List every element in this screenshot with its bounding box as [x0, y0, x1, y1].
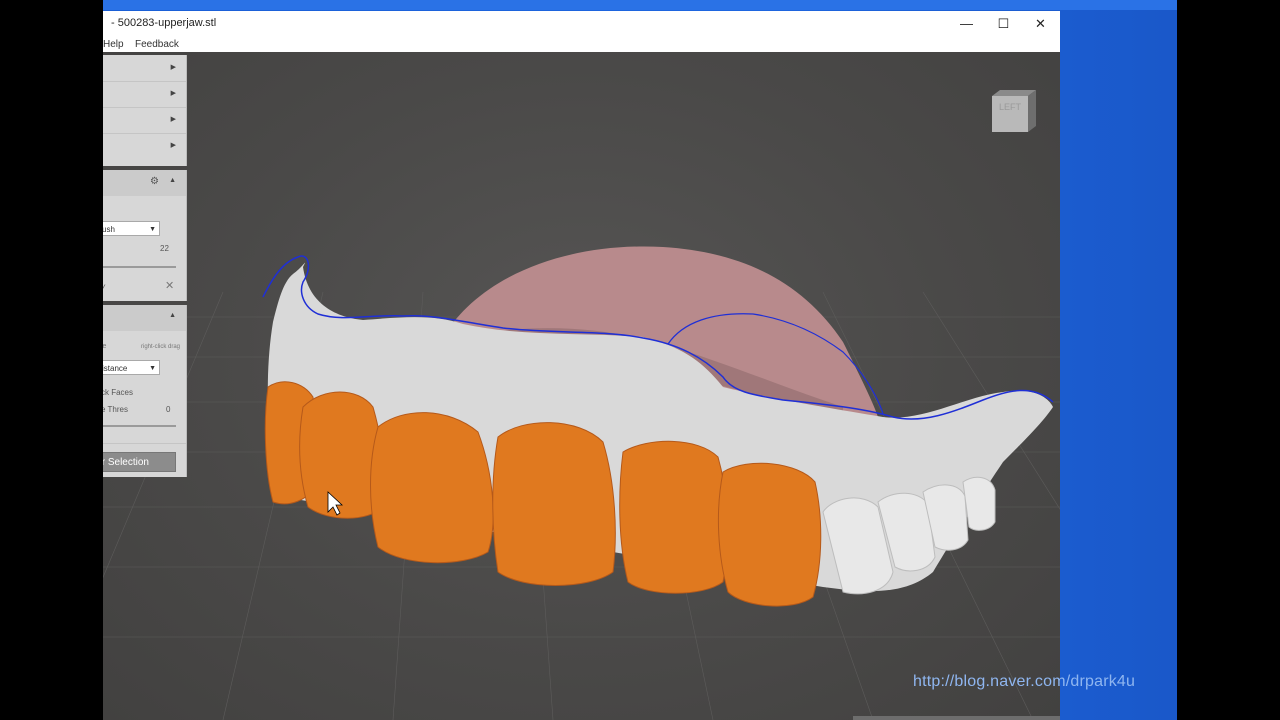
menu-bar: Help Feedback [103, 36, 1060, 52]
panel-row-3[interactable]: ▶ [103, 107, 186, 133]
panel-row-2[interactable]: ▶ [103, 81, 186, 107]
expand-arrow-icon: ▶ [170, 64, 176, 71]
watermark-url: http://blog.naver.com/drpark4u [913, 673, 1136, 690]
panel-row-1[interactable]: ▶ [103, 55, 186, 81]
threshold-slider[interactable] [103, 425, 176, 427]
close-button[interactable]: ✕ [1022, 11, 1059, 36]
brush-mode-dropdown[interactable]: ush ▼ [103, 221, 160, 236]
gear-icon[interactable]: ⚙ [150, 176, 159, 187]
maximize-button[interactable]: ☐ [985, 11, 1022, 36]
minimize-button[interactable]: — [948, 11, 985, 36]
maximize-icon: ☐ [997, 15, 1010, 31]
divider [103, 443, 186, 444]
expand-arrow-icon: ▶ [170, 90, 176, 97]
distance-dropdown[interactable]: istance ▼ [103, 360, 160, 375]
panel-select: ▲ le right-click drag istance ▼ ck Faces… [103, 305, 187, 477]
brush-mode-value: ush [103, 225, 115, 234]
brush-size-value: 22 [160, 244, 169, 253]
view-cube-label: LEFT [998, 102, 1021, 112]
menu-feedback[interactable]: Feedback [135, 39, 179, 50]
title-bar[interactable]: - 500283-upperjaw.stl — ☐ ✕ [103, 11, 1060, 36]
view-cube[interactable]: LEFT [990, 88, 1036, 134]
dropdown-arrow-icon: ▼ [149, 365, 156, 372]
panel-brush: ⚙ ▲ ush ▼ 22 y ✕ [103, 170, 187, 301]
select-panel-header[interactable]: ▲ [103, 305, 186, 331]
brush-panel-header[interactable]: ⚙ ▲ [103, 170, 186, 196]
faces-option-label[interactable]: ck Faces [103, 388, 133, 397]
menu-help[interactable]: Help [103, 39, 124, 50]
distance-dropdown-value: istance [103, 364, 128, 373]
brush-small-label: y [103, 282, 105, 291]
dropdown-arrow-icon: ▼ [149, 226, 156, 233]
collapse-arrow-icon[interactable]: ▲ [169, 177, 176, 184]
select-hint-right: right-click drag [141, 344, 181, 350]
select-hint-left: le [103, 343, 107, 350]
brush-size-slider[interactable] [103, 266, 176, 268]
clear-selection-button[interactable]: r Selection [103, 452, 176, 472]
bottom-strip [853, 716, 1060, 720]
panel-top: ▶ ▶ ▶ ▶ [103, 55, 187, 166]
close-icon: ✕ [1035, 15, 1046, 31]
letterbox-right [1177, 0, 1280, 720]
app-window: - 500283-upperjaw.stl — ☐ ✕ Help Feedbac… [103, 11, 1060, 720]
expand-arrow-icon: ▶ [170, 116, 176, 123]
collapse-arrow-icon[interactable]: ▲ [169, 312, 176, 319]
panel-row-4[interactable]: ▶ [103, 133, 186, 159]
expand-arrow-icon: ▶ [170, 142, 176, 149]
brush-tool-icon[interactable]: ✕ [165, 279, 174, 292]
letterbox-left [0, 0, 103, 720]
scene-svg [103, 246, 1060, 720]
desktop-edge [103, 0, 1177, 10]
minimize-icon: — [960, 16, 973, 31]
threshold-label: e Thres [103, 405, 128, 414]
3d-viewport[interactable]: ▶ ▶ ▶ ▶ ⚙ ▲ ush ▼ 22 ✕ ▲ e right-click d… [103, 52, 1060, 720]
window-title: - 500283-upperjaw.stl [111, 17, 217, 29]
threshold-value: 0 [166, 405, 171, 414]
